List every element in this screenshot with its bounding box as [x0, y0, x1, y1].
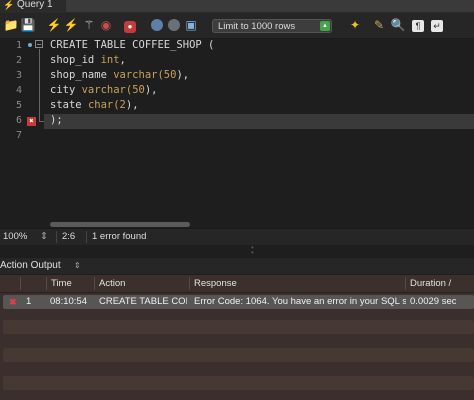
column-divider: [94, 277, 95, 290]
grid-header: Time Action Response Duration / Fetch: [0, 275, 474, 306]
row-time: 08:10:54: [50, 296, 87, 307]
row-duration: 0.0029 sec: [410, 296, 457, 307]
fold-guide-end: [39, 121, 44, 122]
code-line-1: CREATE TABLE COFFEE_SHOP (: [50, 39, 215, 51]
sql-query-icon: ⚡: [3, 0, 15, 10]
current-line-highlight: [44, 114, 474, 129]
zoom-stepper-icon[interactable]: ⇕: [40, 229, 48, 245]
line-number: 3: [15, 70, 22, 81]
find-icon[interactable]: 🔍: [390, 17, 406, 33]
empty-row: [3, 348, 474, 362]
divider: [56, 231, 57, 243]
row-action: CREATE TABLE COFF...: [99, 296, 187, 307]
row-response: Error Code: 1064. You have an error in y…: [194, 296, 406, 307]
error-status-icon: ✖: [9, 297, 17, 307]
autocommit-icon[interactable]: ▣: [183, 17, 199, 33]
toggle-error-stop-icon[interactable]: ●: [122, 17, 138, 33]
column-header-response[interactable]: Response: [194, 275, 237, 292]
line-number: 2: [15, 55, 22, 66]
execute-current-icon[interactable]: ⚡: [63, 17, 79, 33]
output-panel-header: Action Output ⇕: [0, 258, 474, 274]
invisible-chars-icon[interactable]: ¶: [410, 17, 426, 33]
line-number: 4: [15, 85, 22, 96]
limit-rows-value: Limit to 1000 rows: [218, 21, 296, 32]
rollback-icon[interactable]: [166, 17, 182, 33]
save-icon[interactable]: 💾: [20, 17, 36, 33]
tab-query-1[interactable]: ⚡ Query 1: [0, 0, 66, 12]
open-file-icon[interactable]: 📁: [3, 17, 19, 33]
sql-editor[interactable]: − ✖ 1 2 3 4 5 6 7 CREATE TABLE COFFEE_SH…: [0, 39, 474, 222]
execute-all-icon[interactable]: ⚡: [46, 17, 62, 33]
chevron-updown-icon: ▲: [320, 21, 330, 31]
row-number: 1: [26, 296, 32, 307]
cursor-position: 2:6: [62, 231, 76, 242]
column-divider: [405, 277, 406, 290]
statement-marker-icon: [28, 43, 32, 47]
stop-icon[interactable]: ◉: [98, 17, 114, 33]
column-divider: [189, 277, 190, 290]
explain-icon[interactable]: ⚚: [81, 17, 97, 33]
line-number: 5: [15, 100, 22, 111]
grip-icon: • •: [251, 243, 254, 257]
output-type-select[interactable]: Action Output: [0, 258, 61, 274]
empty-row: [3, 320, 474, 334]
error-count: 1 error found: [92, 231, 147, 242]
tab-bar: ⚡ Query 1: [0, 0, 474, 13]
code-line-6: );: [50, 114, 63, 126]
chevron-updown-icon[interactable]: ⇕: [74, 258, 81, 274]
panel-splitter[interactable]: • •: [0, 243, 474, 257]
line-number: 6: [15, 115, 22, 126]
column-divider: [46, 277, 47, 290]
divider: [86, 231, 87, 243]
editor-status-bar: 100% ⇕ 2:6 1 error found: [0, 228, 474, 245]
beautify-icon[interactable]: ✦: [347, 17, 363, 33]
column-divider: [20, 277, 21, 290]
code-line-4: city varchar(50),: [50, 84, 158, 96]
action-output-grid: Time Action Response Duration / Fetch ✖ …: [0, 275, 474, 400]
commit-icon[interactable]: [149, 17, 165, 33]
fold-guide: [39, 49, 40, 121]
word-wrap-icon[interactable]: ↵: [429, 17, 445, 33]
empty-row: [3, 376, 474, 390]
code-line-5: state char(2),: [50, 99, 139, 111]
limit-rows-select[interactable]: Limit to 1000 rows ▲: [212, 19, 332, 33]
table-row[interactable]: ✖ 1 08:10:54 CREATE TABLE COFF... Error …: [3, 295, 474, 309]
column-header-time[interactable]: Time: [51, 275, 72, 292]
fold-toggle-icon[interactable]: −: [35, 40, 43, 49]
horizontal-scrollbar[interactable]: [50, 222, 190, 227]
line-number: 1: [15, 40, 22, 51]
tab-label: Query 1: [17, 0, 53, 10]
line-number: 7: [15, 130, 22, 141]
column-header-action[interactable]: Action: [99, 275, 125, 292]
error-marker-icon[interactable]: ✖: [27, 117, 36, 126]
code-line-3: shop_name varchar(50),: [50, 69, 190, 81]
snippet-brush-icon[interactable]: ✎: [371, 17, 387, 33]
zoom-level[interactable]: 100%: [3, 229, 27, 245]
code-line-2: shop_id int,: [50, 54, 126, 66]
